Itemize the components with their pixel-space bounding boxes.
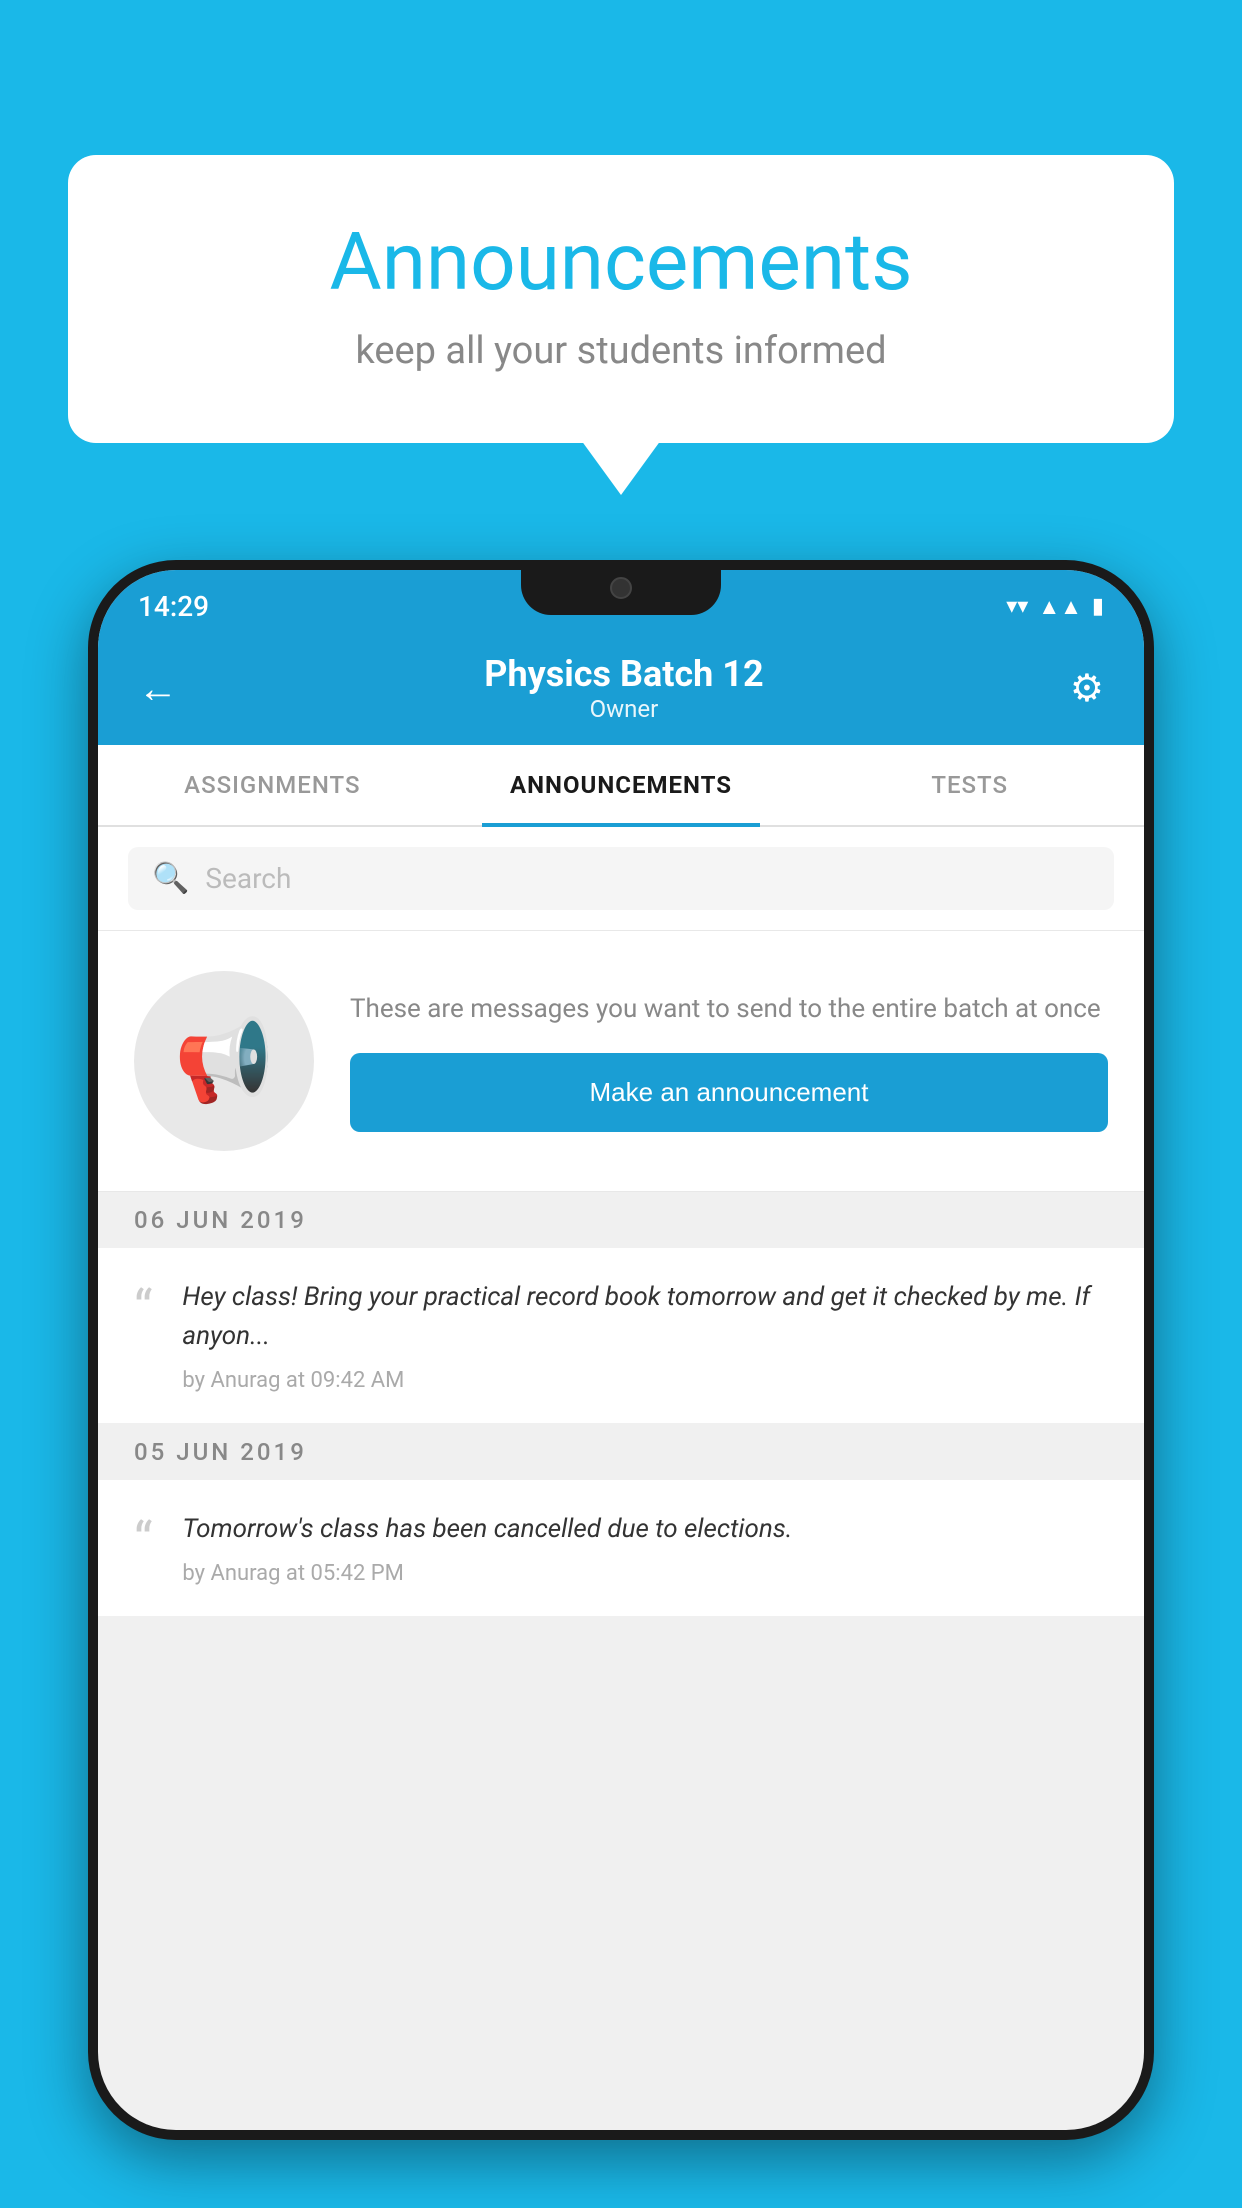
megaphone-icon: 📢 (174, 1014, 274, 1108)
back-button[interactable]: ← (138, 665, 178, 712)
speech-bubble: Announcements keep all your students inf… (68, 155, 1174, 443)
phone-notch (521, 560, 721, 615)
header-subtitle: Owner (484, 695, 763, 723)
speech-bubble-card: Announcements keep all your students inf… (68, 155, 1174, 443)
search-bar: 🔍 Search (98, 827, 1144, 931)
content-area: 🔍 Search 📢 These are messages you want t… (98, 827, 1144, 1617)
signal-icon: ▲▲ (1038, 594, 1082, 620)
date-divider-1: 06 JUN 2019 (98, 1192, 1144, 1248)
announcement-meta-2: by Anurag at 05:42 PM (182, 1561, 1108, 1586)
quote-icon-2: “ (134, 1516, 152, 1568)
announcement-item-1[interactable]: “ Hey class! Bring your practical record… (98, 1248, 1144, 1424)
app-header: ← Physics Batch 12 Owner ⚙ (98, 635, 1144, 745)
announcement-content-1: Hey class! Bring your practical record b… (182, 1278, 1108, 1393)
tabs-bar: ASSIGNMENTS ANNOUNCEMENTS TESTS (98, 745, 1144, 827)
announcement-description: These are messages you want to send to t… (350, 990, 1108, 1029)
date-divider-2: 05 JUN 2019 (98, 1424, 1144, 1480)
status-icons: ▾▾ ▲▲ ▮ (1006, 594, 1104, 620)
header-title: Physics Batch 12 (484, 653, 763, 695)
wifi-icon: ▾▾ (1006, 594, 1028, 619)
battery-icon: ▮ (1092, 594, 1104, 619)
make-announcement-button[interactable]: Make an announcement (350, 1053, 1108, 1132)
announcement-content-2: Tomorrow's class has been cancelled due … (182, 1510, 1108, 1586)
announcement-icon-circle: 📢 (134, 971, 314, 1151)
tab-tests[interactable]: TESTS (795, 745, 1144, 825)
announcement-meta-1: by Anurag at 09:42 AM (182, 1368, 1108, 1393)
phone-mockup: 14:29 ▾▾ ▲▲ ▮ ← Physics Batch 12 Owner ⚙ (88, 560, 1154, 2140)
announcement-right: These are messages you want to send to t… (350, 990, 1108, 1132)
status-time: 14:29 (138, 590, 209, 623)
phone-screen: 14:29 ▾▾ ▲▲ ▮ ← Physics Batch 12 Owner ⚙ (98, 570, 1144, 2130)
announcement-item-2[interactable]: “ Tomorrow's class has been cancelled du… (98, 1480, 1144, 1617)
bubble-title: Announcements (148, 215, 1094, 309)
announcement-text-1: Hey class! Bring your practical record b… (182, 1278, 1108, 1356)
bubble-subtitle: keep all your students informed (148, 329, 1094, 373)
search-icon: 🔍 (152, 861, 189, 896)
settings-icon[interactable]: ⚙ (1070, 666, 1104, 711)
search-placeholder: Search (205, 862, 291, 895)
phone-frame: 14:29 ▾▾ ▲▲ ▮ ← Physics Batch 12 Owner ⚙ (88, 560, 1154, 2140)
tab-announcements[interactable]: ANNOUNCEMENTS (447, 745, 796, 825)
announcement-prompt: 📢 These are messages you want to send to… (98, 931, 1144, 1192)
quote-icon-1: “ (134, 1284, 152, 1336)
header-title-block: Physics Batch 12 Owner (484, 653, 763, 723)
announcement-text-2: Tomorrow's class has been cancelled due … (182, 1510, 1108, 1549)
search-input-wrapper[interactable]: 🔍 Search (128, 847, 1114, 910)
tab-assignments[interactable]: ASSIGNMENTS (98, 745, 447, 825)
front-camera (610, 577, 632, 599)
